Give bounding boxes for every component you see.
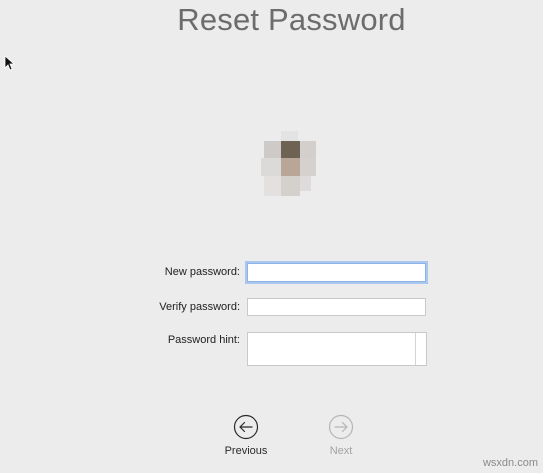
previous-label: Previous <box>224 445 268 457</box>
watermark: wsxdn.com <box>482 457 538 469</box>
verify-password-label: Verify password: <box>159 301 240 313</box>
previous-button[interactable]: Previous <box>216 414 276 457</box>
next-button[interactable]: Next <box>311 414 371 457</box>
arrow-left-circle-icon <box>233 414 259 440</box>
new-password-label: New password: <box>164 266 240 278</box>
page-title: Reset Password <box>177 2 406 37</box>
arrow-right-circle-icon <box>328 414 354 440</box>
mouse-cursor-icon <box>4 55 14 71</box>
user-avatar <box>261 131 316 196</box>
next-label: Next <box>329 445 353 457</box>
new-password-field[interactable] <box>247 263 426 282</box>
password-hint-label: Password hint: <box>167 334 240 346</box>
hint-scrollbar[interactable] <box>415 333 416 365</box>
password-hint-field[interactable] <box>247 332 427 366</box>
verify-password-field[interactable] <box>247 298 426 316</box>
